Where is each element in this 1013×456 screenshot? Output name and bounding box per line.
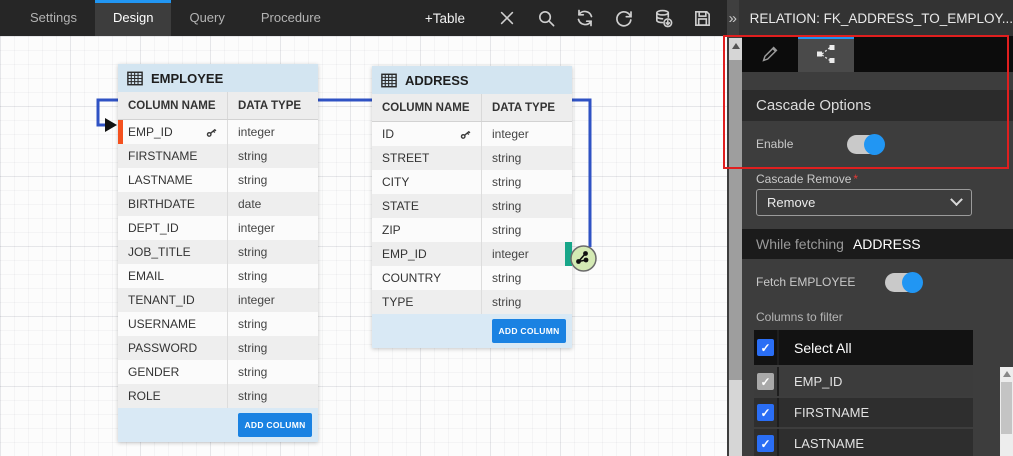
search-icon[interactable]	[535, 7, 557, 29]
cascade-remove-select[interactable]: Remove	[756, 189, 972, 216]
relation-icon	[814, 42, 838, 66]
select-all-checkbox[interactable]: ✓	[757, 339, 774, 356]
add-table-button[interactable]: +Table	[425, 11, 465, 26]
table-row[interactable]: DEPT_IDinteger	[118, 216, 318, 240]
fetch-employee-label: Fetch EMPLOYEE	[756, 275, 855, 289]
while-fetching-table-name: ADDRESS	[853, 236, 921, 252]
table-row[interactable]: LASTNAMEstring	[118, 168, 318, 192]
firstname-checkbox[interactable]: ✓	[757, 404, 774, 421]
enable-label: Enable	[756, 137, 793, 151]
table-row[interactable]: TENANT_IDinteger	[118, 288, 318, 312]
table-column-headers: COLUMN NAME DATA TYPE	[372, 94, 572, 122]
relation-endpoint-icon[interactable]	[570, 245, 597, 272]
tab-settings[interactable]: Settings	[12, 0, 95, 36]
panel-title: RELATION: FK_ADDRESS_TO_EMPLOY...	[750, 11, 1013, 26]
scroll-up-icon[interactable]	[732, 43, 740, 49]
primary-key-icon	[456, 125, 474, 143]
primary-key-icon	[202, 123, 220, 141]
db-designer-app: Settings Design Query Procedure +Table	[0, 0, 1013, 456]
cascade-options-header: Cascade Options	[742, 90, 1013, 121]
table-row[interactable]: JOB_TITLEstring	[118, 240, 318, 264]
table-row[interactable]: ID integer	[372, 122, 572, 146]
table-title: ADDRESS	[405, 73, 469, 88]
toolbar-actions: +Table	[425, 0, 727, 36]
fetch-employee-row: Fetch EMPLOYEE	[742, 259, 1013, 305]
table-row[interactable]: COUNTRYstring	[372, 266, 572, 290]
designer-tabs: Settings Design Query Procedure	[0, 0, 339, 36]
panel-content: Cascade Options Enable Cascade Remove* R…	[742, 36, 1013, 456]
table-grid-icon	[127, 71, 143, 86]
relation-properties-panel: » RELATION: FK_ADDRESS_TO_EMPLOY...	[727, 0, 1013, 456]
table-row[interactable]: EMAILstring	[118, 264, 318, 288]
lastname-checkbox[interactable]: ✓	[757, 435, 774, 452]
panel-header: » RELATION: FK_ADDRESS_TO_EMPLOY...	[727, 0, 1013, 36]
required-mark: *	[853, 172, 858, 186]
save-icon[interactable]	[691, 7, 713, 29]
enable-toggle[interactable]	[847, 135, 883, 154]
table-employee[interactable]: EMPLOYEE COLUMN NAME DATA TYPE EMP_ID in…	[118, 64, 318, 442]
add-column-button[interactable]: ADD COLUMN	[492, 319, 566, 343]
table-row[interactable]: EMP_IDinteger	[372, 242, 572, 266]
cascade-remove-label: Cascade Remove*	[756, 172, 858, 186]
emp-id-checkbox: ✓	[757, 373, 774, 390]
table-row[interactable]: FIRSTNAMEstring	[118, 144, 318, 168]
table-row[interactable]: BIRTHDATEdate	[118, 192, 318, 216]
table-row[interactable]: STATEstring	[372, 194, 572, 218]
pencil-icon	[759, 43, 781, 65]
table-row[interactable]: GENDERstring	[118, 360, 318, 384]
panel-tabs	[742, 36, 1013, 72]
tab-procedure[interactable]: Procedure	[243, 0, 339, 36]
table-row[interactable]: TYPEstring	[372, 290, 572, 314]
sync-icon[interactable]	[574, 7, 596, 29]
tab-relation-settings[interactable]	[798, 36, 854, 72]
selected-row-marker	[118, 120, 123, 144]
top-toolbar: Settings Design Query Procedure +Table	[0, 0, 727, 36]
fetch-employee-toggle[interactable]	[885, 273, 921, 292]
scrollbar-thumb[interactable]	[1001, 382, 1012, 434]
table-address-header[interactable]: ADDRESS	[372, 66, 572, 94]
relation-connector-line	[0, 36, 727, 456]
table-row[interactable]: ZIPstring	[372, 218, 572, 242]
table-footer: ADD COLUMN	[118, 408, 318, 442]
table-row[interactable]: EMP_ID integer	[118, 120, 318, 144]
cascade-remove-value: Remove	[767, 195, 815, 210]
scrollbar-thumb[interactable]	[729, 60, 742, 380]
add-column-button[interactable]: ADD COLUMN	[238, 413, 312, 437]
list-item[interactable]: ✓ FIRSTNAME	[754, 398, 973, 427]
columns-to-filter-label: Columns to filter	[756, 310, 843, 324]
schema-canvas[interactable]: EMPLOYEE COLUMN NAME DATA TYPE EMP_ID in…	[0, 36, 727, 456]
redo-icon[interactable]	[613, 7, 635, 29]
list-item[interactable]: ✓ EMP_ID	[754, 367, 973, 396]
list-scrollbar[interactable]	[1000, 367, 1013, 456]
columns-filter-list: ✓ Select All ✓ EMP_ID ✓ FIRSTNAME ✓ LAST…	[754, 330, 973, 456]
tab-edit-relation[interactable]	[742, 36, 798, 72]
db-export-icon[interactable]	[652, 7, 674, 29]
close-icon[interactable]	[496, 7, 518, 29]
table-row[interactable]: ROLEstring	[118, 384, 318, 408]
while-fetching-header: While fetching ADDRESS	[742, 229, 1013, 259]
table-row[interactable]: USERNAMEstring	[118, 312, 318, 336]
enable-row: Enable	[742, 121, 1013, 167]
toggle-knob	[864, 134, 885, 155]
table-title: EMPLOYEE	[151, 71, 223, 86]
collapse-panel-icon[interactable]: »	[727, 0, 739, 36]
scroll-up-icon[interactable]	[1003, 371, 1011, 377]
table-row[interactable]: PASSWORDstring	[118, 336, 318, 360]
chevron-down-icon	[950, 193, 963, 206]
connector-arrowhead	[105, 118, 117, 132]
panel-scrollbar[interactable]	[729, 38, 742, 456]
table-row[interactable]: STREETstring	[372, 146, 572, 170]
select-all-row[interactable]: ✓ Select All	[754, 330, 973, 365]
table-grid-icon	[381, 73, 397, 88]
toggle-knob	[902, 272, 923, 293]
list-item[interactable]: ✓ LASTNAME	[754, 429, 973, 456]
table-employee-header[interactable]: EMPLOYEE	[118, 64, 318, 92]
table-column-headers: COLUMN NAME DATA TYPE	[118, 92, 318, 120]
table-row[interactable]: CITYstring	[372, 170, 572, 194]
tab-query[interactable]: Query	[171, 0, 242, 36]
table-address[interactable]: ADDRESS COLUMN NAME DATA TYPE ID integer…	[372, 66, 572, 348]
tab-design[interactable]: Design	[95, 0, 171, 36]
table-footer: ADD COLUMN	[372, 314, 572, 348]
